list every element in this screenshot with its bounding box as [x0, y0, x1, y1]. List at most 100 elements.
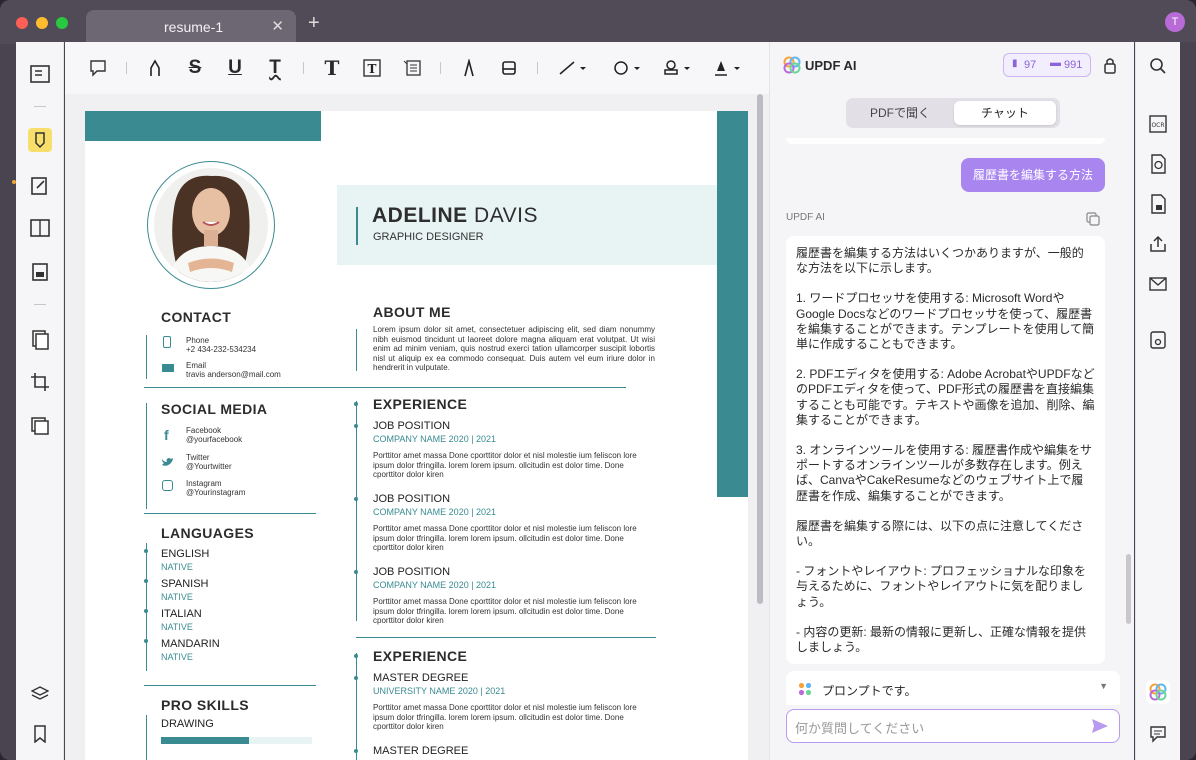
ai-answer: 履歴書を編集する方法はいくつかありますが、一般的な方法を以下に示します。 1. …	[786, 236, 1105, 664]
share-icon[interactable]	[1146, 232, 1170, 256]
window-frame	[1180, 42, 1196, 760]
section-divider	[356, 637, 656, 638]
credits-b: 991	[1064, 59, 1083, 71]
twitter-icon	[161, 455, 174, 473]
email-share-icon[interactable]	[1146, 272, 1170, 296]
degree-title: MASTER DEGREE	[373, 672, 469, 684]
form-icon[interactable]	[28, 260, 52, 284]
toolbar-divider	[440, 62, 441, 74]
answer-paragraph: 履歴書を編集する方法はいくつかありますが、一般的な方法を以下に示します。	[796, 246, 1084, 276]
company-name: COMPANY NAME 2020 | 2021	[373, 434, 497, 444]
crop-icon[interactable]	[28, 370, 52, 394]
sidebar-divider	[34, 106, 46, 107]
languages-heading: LANGUAGES	[161, 525, 255, 541]
panel-scrollbar[interactable]	[1126, 554, 1131, 624]
languages-line	[146, 543, 147, 671]
mode-switch: PDFで聞く チャット	[846, 98, 1060, 128]
degree-title: MASTER DEGREE	[373, 745, 469, 757]
pencil-icon[interactable]	[457, 56, 481, 80]
skill-bar-fill	[161, 737, 249, 744]
document-tab[interactable]: resume-1 ✕	[86, 10, 296, 44]
language-name: SPANISH	[161, 578, 209, 590]
contact-heading: CONTACT	[161, 309, 232, 325]
stamp-icon[interactable]	[661, 56, 693, 80]
comment-icon[interactable]	[86, 56, 110, 80]
reader-mode-icon[interactable]	[28, 62, 52, 86]
experience-heading: EXPERIENCE	[373, 396, 468, 412]
ai-sender-label: UPDF AI	[786, 212, 825, 223]
previous-message-tail	[786, 138, 1105, 144]
answer-paragraph: 3. オンラインツールを使用する: 履歴書作成や編集をサポートするオンラインツー…	[796, 443, 1093, 503]
tab-ask-pdf[interactable]: PDFで聞く	[850, 101, 950, 125]
convert-icon[interactable]	[28, 328, 52, 352]
education-line	[356, 653, 357, 760]
answer-paragraph: - 内容の更新: 最新の情報に更新し、正確な情報を提供しましょう。	[796, 624, 1087, 655]
new-tab-button[interactable]: +	[308, 12, 320, 35]
updf-ai-icon[interactable]	[1146, 680, 1170, 704]
highlight-icon[interactable]	[143, 56, 167, 80]
timeline-dot	[354, 570, 358, 574]
timeline-dot	[354, 402, 358, 406]
prompt-selector[interactable]: プロンプトです。 ▼	[786, 671, 1120, 705]
underline-icon[interactable]: U	[223, 56, 247, 80]
chevron-down-icon: ▼	[1099, 681, 1108, 691]
email-icon	[162, 364, 174, 372]
document-scrollbar[interactable]	[757, 94, 763, 604]
signature-icon[interactable]	[711, 56, 743, 80]
protect-file-icon[interactable]	[1146, 192, 1170, 216]
timeline-dot	[354, 424, 358, 428]
organize-pages-icon[interactable]	[28, 216, 52, 240]
strikethrough-icon[interactable]: S	[183, 56, 207, 80]
timeline-dot	[354, 654, 358, 658]
phone-number: +2 434-232-534234	[186, 345, 257, 354]
last-name: DAVIS	[467, 204, 538, 227]
job-description: Porttitor amet massa Done cporttitor dol…	[373, 524, 637, 552]
question-input[interactable]: 何か質問してください	[786, 709, 1120, 743]
language-level: NATIVE	[161, 562, 193, 572]
tab-chat[interactable]: チャット	[954, 101, 1056, 125]
minimize-window-button[interactable]	[36, 17, 48, 29]
send-icon[interactable]	[1091, 718, 1109, 737]
language-name: MANDARIN	[161, 638, 220, 650]
skill-bar-track	[161, 737, 312, 744]
instagram-icon	[162, 480, 173, 491]
zoom-window-button[interactable]	[56, 17, 68, 29]
language-name: ITALIAN	[161, 608, 202, 620]
tab-title: resume-1	[164, 19, 224, 35]
skills-line	[146, 715, 147, 760]
text-callout-icon[interactable]	[400, 56, 424, 80]
squiggly-icon[interactable]: T	[263, 56, 287, 80]
email-address: travis anderson@mail.com	[186, 370, 281, 379]
close-window-button[interactable]	[16, 17, 28, 29]
save-icon[interactable]	[1146, 328, 1170, 352]
toolbar-divider	[126, 62, 127, 74]
active-indicator	[12, 180, 16, 184]
ocr-icon[interactable]: OCR	[1146, 112, 1170, 136]
textbox-icon[interactable]: T	[360, 56, 384, 80]
section-divider	[144, 387, 626, 388]
layers-icon[interactable]	[28, 682, 52, 706]
shape-tool-icon[interactable]	[611, 56, 643, 80]
edit-pdf-icon[interactable]	[28, 174, 52, 198]
bookmark-icon[interactable]	[28, 722, 52, 746]
comment-mode-icon[interactable]	[28, 128, 52, 152]
right-sidebar: OCR	[1135, 42, 1180, 760]
comments-list-icon[interactable]	[1146, 722, 1170, 746]
side-accent-bar	[717, 111, 748, 497]
ai-panel-title: UPDF AI	[805, 58, 857, 73]
phone-icon	[163, 336, 171, 348]
tab-close-icon[interactable]: ✕	[271, 17, 284, 35]
contact-line	[146, 335, 147, 379]
protect-icon[interactable]	[28, 414, 52, 438]
answer-paragraph: - フォントやレイアウト: プロフェッショナルな印象を与えるために、フォントやレ…	[796, 564, 1087, 609]
job-position: JOB POSITION	[373, 420, 451, 432]
text-icon[interactable]: T	[320, 56, 344, 80]
line-tool-icon[interactable]	[557, 56, 589, 80]
lock-icon[interactable]	[1103, 56, 1117, 79]
search-icon[interactable]	[1146, 54, 1170, 78]
convert-file-icon[interactable]	[1146, 152, 1170, 176]
copy-icon[interactable]	[1086, 212, 1100, 231]
user-avatar[interactable]: T	[1165, 12, 1185, 32]
timeline-dot	[144, 579, 148, 583]
eraser-icon[interactable]	[497, 56, 521, 80]
